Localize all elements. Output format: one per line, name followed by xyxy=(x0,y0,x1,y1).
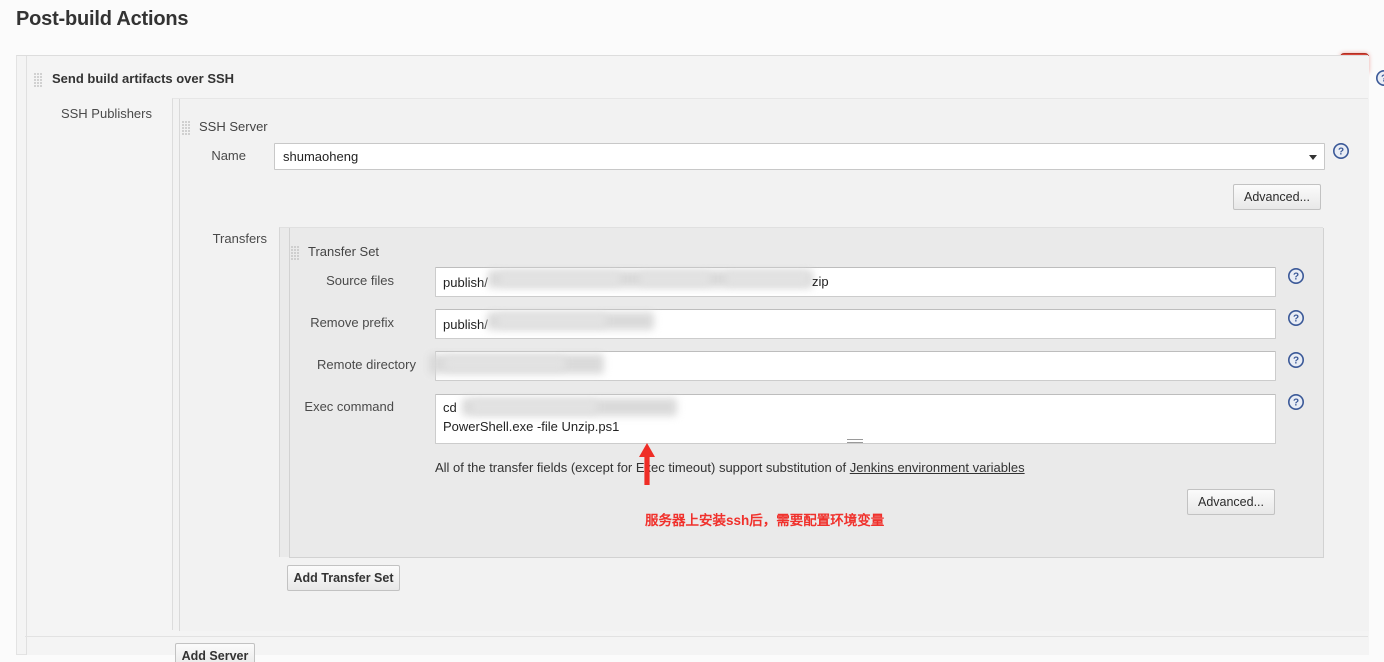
help-icon-publisher[interactable]: ? xyxy=(1376,70,1384,86)
drag-grip-icon[interactable] xyxy=(182,121,191,135)
transfer-set-heading-label: Transfer Set xyxy=(308,244,379,259)
ssh-server-name-value: shumaoheng xyxy=(283,149,358,164)
exec-command-textarea[interactable]: cd PowerShell.exe -file Unzip.ps1 xyxy=(435,394,1276,444)
drag-grip-icon[interactable] xyxy=(34,73,43,87)
transfer-advanced-button[interactable]: Advanced... xyxy=(1187,489,1275,515)
svg-text:?: ? xyxy=(1338,147,1344,158)
transfer-set-heading: Transfer Set xyxy=(291,244,379,260)
svg-text:?: ? xyxy=(1293,398,1299,409)
help-icon-remote-directory[interactable]: ? xyxy=(1288,352,1304,368)
chevron-down-icon[interactable] xyxy=(1309,155,1317,160)
ssh-server-name-select[interactable]: shumaoheng xyxy=(274,143,1325,170)
post-build-actions-page: Post-build Actions X ? Send build artifa… xyxy=(0,0,1384,662)
ssh-server-heading: SSH Server xyxy=(182,119,268,135)
svg-text:?: ? xyxy=(1293,272,1299,283)
drag-grip-icon[interactable] xyxy=(291,246,300,260)
server-advanced-button[interactable]: Advanced... xyxy=(1233,184,1321,210)
remove-prefix-label: Remove prefix xyxy=(200,315,394,330)
publisher-heading: Send build artifacts over SSH xyxy=(34,71,234,87)
help-icon-source-files[interactable]: ? xyxy=(1288,268,1304,284)
name-label: Name xyxy=(120,148,246,163)
remote-directory-label: Remote directory xyxy=(200,357,416,372)
help-icon-exec-command[interactable]: ? xyxy=(1288,394,1304,410)
transfer-help-text: All of the transfer fields (except for E… xyxy=(435,460,1025,475)
remove-prefix-input[interactable] xyxy=(435,309,1276,339)
bottom-divider xyxy=(25,636,1368,637)
ssh-server-heading-label: SSH Server xyxy=(199,119,268,134)
exec-command-label: Exec command xyxy=(200,399,394,414)
svg-text:?: ? xyxy=(1293,356,1299,367)
exec-command-line-2: PowerShell.exe -file Unzip.ps1 xyxy=(443,419,619,434)
ssh-publishers-label: SSH Publishers xyxy=(0,106,152,121)
add-transfer-set-button[interactable]: Add Transfer Set xyxy=(287,565,400,591)
help-icon-name[interactable]: ? xyxy=(1333,143,1349,159)
source-files-label: Source files xyxy=(200,273,394,288)
transfers-label: Transfers xyxy=(110,231,267,246)
remote-directory-input[interactable] xyxy=(435,351,1276,381)
exec-command-line-1: cd xyxy=(443,400,457,415)
chinese-annotation: 服务器上安装ssh后，需要配置环境变量 xyxy=(645,509,884,529)
publisher-heading-label: Send build artifacts over SSH xyxy=(52,71,234,86)
source-files-input[interactable] xyxy=(435,267,1276,297)
add-server-button[interactable]: Add Server xyxy=(175,643,255,662)
source-files-suffix: zip xyxy=(812,274,829,289)
jenkins-env-vars-link[interactable]: Jenkins environment variables xyxy=(850,460,1025,475)
red-arrow-up-icon xyxy=(637,443,657,485)
page-title: Post-build Actions xyxy=(16,8,188,31)
help-icon-remove-prefix[interactable]: ? xyxy=(1288,310,1304,326)
svg-text:?: ? xyxy=(1293,314,1299,325)
